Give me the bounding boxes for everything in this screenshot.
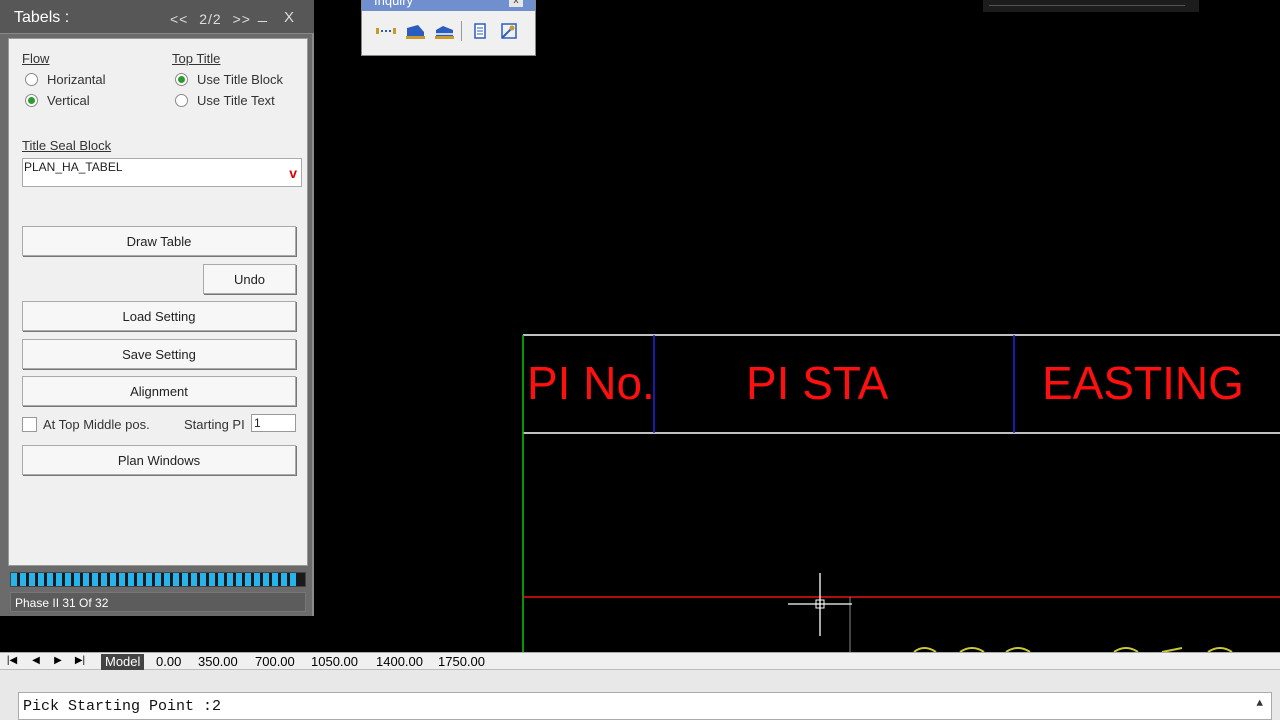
- chevron-down-icon[interactable]: v: [289, 165, 297, 181]
- toolbar-separator: [461, 21, 462, 41]
- phase-status: Phase II 31 Of 32: [10, 592, 306, 612]
- tab-layout-1400[interactable]: 1400.00: [372, 654, 427, 670]
- prev-page-button[interactable]: <<: [170, 11, 188, 27]
- tab-layout-1050[interactable]: 1050.00: [307, 654, 362, 670]
- radio-label: Horizantal: [47, 72, 106, 87]
- next-tab-button[interactable]: ▶: [48, 655, 68, 669]
- plan-windows-button[interactable]: Plan Windows: [22, 445, 296, 475]
- palette-titlebar[interactable]: Tabels : << 2/2 >> _ X: [0, 0, 314, 34]
- command-area: Pick Starting Point :2 ▲: [0, 670, 1280, 720]
- header-pi-sta: PI STA: [746, 357, 889, 409]
- first-tab-button[interactable]: |◀: [2, 655, 22, 669]
- tab-model[interactable]: Model: [101, 654, 145, 670]
- drawing-canvas[interactable]: PI No. PI STA EASTING: [316, 0, 1280, 653]
- measure-area-alt-icon[interactable]: [432, 21, 456, 41]
- list-properties-icon[interactable]: [468, 21, 492, 41]
- palette-page-nav: << 2/2 >>: [170, 11, 251, 27]
- title-seal-block-label: Title Seal Block: [22, 138, 112, 153]
- radio-indicator: [25, 73, 38, 86]
- use-title-block-radio[interactable]: Use Title Block: [175, 72, 283, 87]
- inquiry-toolbar: Inquiry x: [361, 0, 536, 56]
- top-middle-label: At Top Middle pos.: [43, 417, 150, 432]
- inquiry-toolbar-header[interactable]: Inquiry x: [362, 0, 535, 11]
- close-button[interactable]: X: [284, 9, 294, 26]
- use-title-text-radio[interactable]: Use Title Text: [175, 93, 275, 108]
- tab-layout-350[interactable]: 350.00: [194, 654, 242, 670]
- load-setting-button[interactable]: Load Setting: [22, 301, 296, 331]
- starting-pi-input[interactable]: 1: [251, 414, 296, 432]
- command-prompt: Pick Starting Point :2: [23, 698, 222, 715]
- radio-indicator: [175, 73, 188, 86]
- flow-horizontal-radio[interactable]: Horizantal: [25, 72, 106, 87]
- header-easting: EASTING: [1042, 357, 1244, 409]
- top-title-label: Top Title: [172, 51, 221, 66]
- page-indicator: 2/2: [199, 11, 222, 27]
- next-page-button[interactable]: >>: [233, 11, 251, 27]
- progress-bar: [10, 572, 306, 587]
- command-line[interactable]: Pick Starting Point :2 ▲: [18, 692, 1272, 720]
- inquiry-close-button[interactable]: x: [509, 0, 523, 7]
- draw-table-button[interactable]: Draw Table: [22, 226, 296, 256]
- header-pi-no: PI No.: [527, 357, 655, 409]
- top-right-toolbar-edge: [983, 0, 1199, 12]
- radio-indicator: [25, 94, 38, 107]
- save-setting-button[interactable]: Save Setting: [22, 339, 296, 369]
- flow-vertical-radio[interactable]: Vertical: [25, 93, 90, 108]
- chevron-up-icon[interactable]: ▲: [1256, 698, 1263, 710]
- palette-title: Tabels :: [14, 9, 70, 26]
- top-middle-checkbox[interactable]: [22, 417, 37, 432]
- measure-area-icon[interactable]: [403, 21, 427, 41]
- measure-distance-icon[interactable]: [374, 21, 398, 41]
- progress-fill: [11, 573, 297, 586]
- layout-tabs-bar: |◀ ◀ ▶ ▶| Model 0.00 350.00 700.00 1050.…: [0, 652, 1280, 670]
- title-seal-block-select[interactable]: PLAN_HA_TABEL v: [22, 158, 302, 187]
- tab-layout-1750[interactable]: 1750.00: [434, 654, 489, 670]
- undo-button[interactable]: Undo: [203, 264, 296, 294]
- tab-layout-0[interactable]: 0.00: [152, 654, 185, 670]
- tabels-palette: Tabels : << 2/2 >> _ X Flow Horizantal V…: [0, 0, 314, 616]
- last-tab-button[interactable]: ▶|: [70, 655, 90, 669]
- inquiry-title: Inquiry: [374, 0, 414, 8]
- flow-label: Flow: [22, 51, 50, 66]
- minimize-button[interactable]: _: [258, 6, 267, 24]
- prev-tab-button[interactable]: ◀: [26, 655, 46, 669]
- drawing-svg: [522, 334, 1280, 653]
- radio-label: Vertical: [47, 93, 90, 108]
- locate-point-icon[interactable]: [497, 21, 521, 41]
- starting-pi-label: Starting PI: [184, 417, 245, 432]
- cad-window: PI No. PI STA EASTING Inquiry x Tabels :: [0, 0, 1280, 720]
- tab-layout-700[interactable]: 700.00: [251, 654, 299, 670]
- radio-indicator: [175, 94, 188, 107]
- alignment-button[interactable]: Alignment: [22, 376, 296, 406]
- crosshair-cursor-icon: [788, 573, 852, 636]
- radio-label: Use Title Block: [197, 72, 283, 87]
- radio-label: Use Title Text: [197, 93, 275, 108]
- select-value: PLAN_HA_TABEL: [24, 160, 123, 174]
